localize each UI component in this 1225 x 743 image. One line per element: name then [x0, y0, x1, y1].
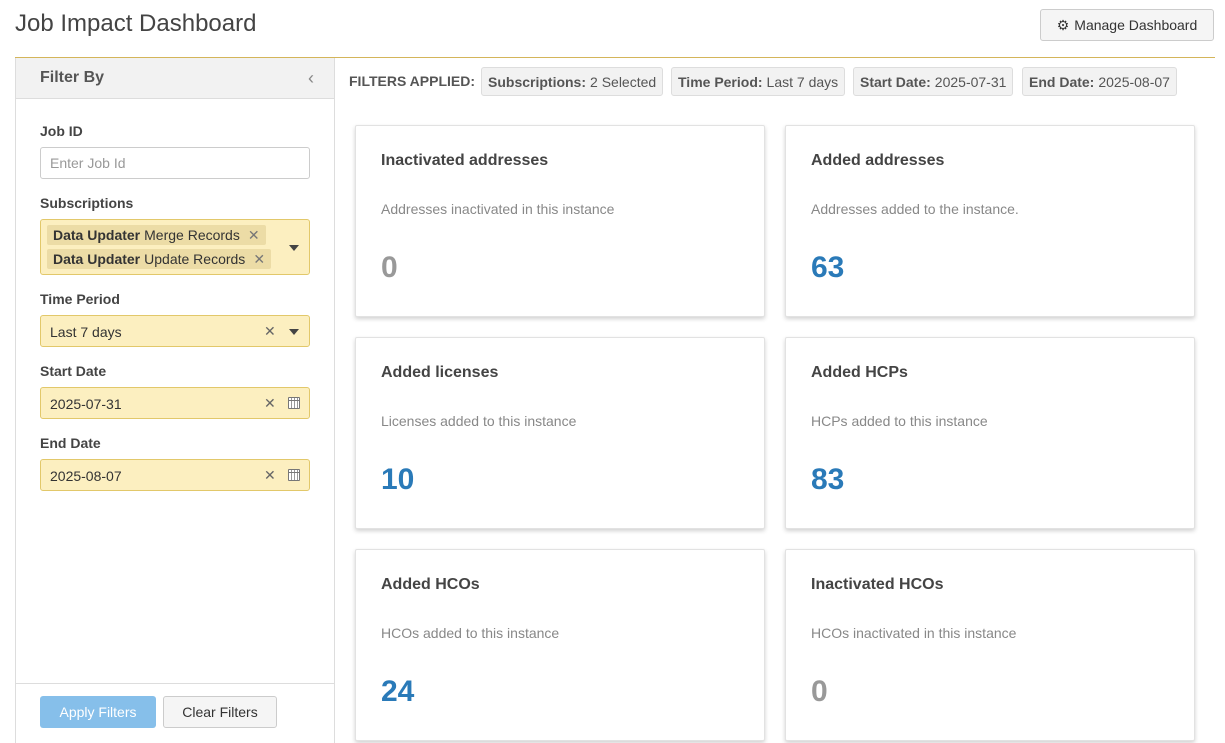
- calendar-icon[interactable]: [288, 397, 300, 409]
- card-description: HCPs added to this instance: [811, 413, 988, 429]
- clear-filters-button[interactable]: Clear Filters: [163, 696, 277, 728]
- chip-value: 2025-07-31: [934, 73, 1007, 90]
- chip-key: End Date:: [1029, 73, 1095, 90]
- tag-source: Data Updater: [53, 251, 141, 267]
- caret-down-icon[interactable]: [289, 245, 299, 251]
- close-icon[interactable]: ✕: [264, 467, 276, 484]
- start-date-input[interactable]: 2025-07-31 ✕: [40, 387, 310, 419]
- end-date-value: 2025-08-07: [50, 468, 122, 484]
- tag-text: Merge Records: [144, 227, 240, 243]
- end-date-input[interactable]: 2025-08-07 ✕: [40, 459, 310, 491]
- card-title: Inactivated addresses: [381, 152, 549, 169]
- time-period-select[interactable]: Last 7 days ✕: [40, 315, 310, 347]
- metric-card-added-addresses[interactable]: Added addresses Addresses added to the i…: [785, 125, 1195, 317]
- sidebar-footer: Apply Filters Clear Filters: [16, 683, 334, 743]
- metric-card-inactivated-hcos[interactable]: Inactivated HCOs HCOs inactivated in thi…: [785, 549, 1195, 741]
- metric-card-added-hcos[interactable]: Added HCOs HCOs added to this instance 2…: [355, 549, 765, 741]
- subscription-tag: Data Updater Merge Records ✕: [47, 225, 266, 245]
- chip-value: 2025-08-07: [1098, 73, 1170, 90]
- job-id-label: Job ID: [40, 123, 83, 139]
- chip-key: Subscriptions:: [488, 73, 587, 90]
- card-title: Added licenses: [381, 364, 499, 381]
- card-title: Added HCPs: [811, 364, 908, 381]
- card-value: 0: [381, 251, 398, 284]
- tag-text: Update Records: [144, 251, 246, 267]
- card-description: Licenses added to this instance: [381, 413, 577, 429]
- card-value: 0: [811, 675, 828, 708]
- subscriptions-label: Subscriptions: [40, 195, 134, 211]
- caret-down-icon[interactable]: [289, 329, 299, 335]
- card-title: Added HCOs: [381, 576, 480, 593]
- subscriptions-select[interactable]: Data Updater Merge Records ✕ Data Update…: [40, 219, 310, 275]
- subscription-tag: Data Updater Update Records ✕: [47, 249, 272, 269]
- close-icon[interactable]: ✕: [248, 227, 260, 244]
- tag-source: Data Updater: [53, 227, 141, 243]
- sidebar-header: Filter By ‹: [16, 58, 334, 99]
- metric-card-inactivated-addresses[interactable]: Inactivated addresses Addresses inactiva…: [355, 125, 765, 317]
- card-title: Inactivated HCOs: [811, 576, 944, 593]
- filter-chip-time-period: Time Period: Last 7 days: [671, 67, 846, 96]
- filter-sidebar: Filter By ‹ Job ID Subscriptions Data Up…: [15, 58, 335, 743]
- start-date-label: Start Date: [40, 363, 107, 379]
- manage-dashboard-button[interactable]: ⚙ Manage Dashboard: [1040, 9, 1214, 41]
- filter-chip-start-date: Start Date: 2025-07-31: [853, 67, 1014, 96]
- chevron-left-icon[interactable]: ‹: [308, 68, 314, 89]
- job-id-input[interactable]: [40, 147, 310, 179]
- card-description: HCOs inactivated in this instance: [811, 625, 1017, 641]
- card-value: 10: [381, 463, 415, 496]
- filter-chip-end-date: End Date: 2025-08-07: [1022, 67, 1177, 96]
- card-description: Addresses added to the instance.: [811, 201, 1019, 217]
- filter-chip-subscriptions: Subscriptions: 2 Selected: [481, 67, 664, 96]
- close-icon[interactable]: ✕: [253, 251, 265, 268]
- time-period-label: Time Period: [40, 291, 120, 307]
- card-description: Addresses inactivated in this instance: [381, 201, 615, 217]
- manage-dashboard-label: Manage Dashboard: [1074, 17, 1198, 33]
- card-title: Added addresses: [811, 152, 945, 169]
- chip-value: Last 7 days: [766, 73, 839, 90]
- sidebar-title: Filter By: [40, 69, 105, 86]
- card-value: 83: [811, 463, 845, 496]
- chip-key: Start Date:: [860, 73, 931, 90]
- time-period-value: Last 7 days: [50, 324, 122, 340]
- filters-applied-label: FILTERS APPLIED:: [349, 73, 475, 89]
- apply-filters-button[interactable]: Apply Filters: [40, 696, 156, 728]
- card-value: 24: [381, 675, 415, 708]
- end-date-label: End Date: [40, 435, 101, 451]
- close-icon[interactable]: ✕: [264, 395, 276, 412]
- metric-card-added-licenses[interactable]: Added licenses Licenses added to this in…: [355, 337, 765, 529]
- chip-key: Time Period:: [678, 73, 763, 90]
- card-description: HCOs added to this instance: [381, 625, 560, 641]
- calendar-icon[interactable]: [288, 469, 300, 481]
- metric-card-added-hcps[interactable]: Added HCPs HCPs added to this instance 8…: [785, 337, 1195, 529]
- start-date-value: 2025-07-31: [50, 396, 122, 412]
- close-icon[interactable]: ✕: [264, 323, 276, 340]
- card-value: 63: [811, 251, 845, 284]
- page-title: Job Impact Dashboard: [15, 10, 257, 37]
- gear-icon: ⚙: [1056, 16, 1070, 33]
- chip-value: 2 Selected: [590, 73, 657, 90]
